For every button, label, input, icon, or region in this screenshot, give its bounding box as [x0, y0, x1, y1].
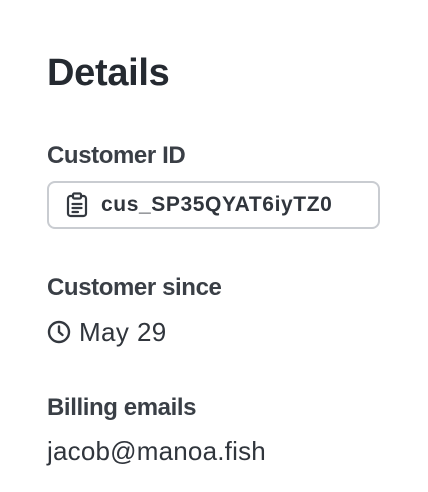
customer-since-value: May 29: [79, 316, 167, 347]
customer-since-row: May 29: [47, 316, 167, 348]
billing-emails-label: Billing emails: [47, 394, 197, 421]
customer-id-label: Customer ID: [47, 142, 186, 169]
clipboard-icon: [66, 192, 88, 218]
billing-email-item: jacob@manoa.fish: [47, 436, 266, 466]
customer-since-label: Customer since: [47, 274, 222, 301]
clock-icon: [47, 320, 71, 344]
customer-id-value: cus_SP35QYAT6iyTZ0: [101, 193, 333, 216]
details-title: Details: [47, 52, 170, 94]
customer-id-copy-button[interactable]: cus_SP35QYAT6iyTZ0: [47, 181, 380, 229]
